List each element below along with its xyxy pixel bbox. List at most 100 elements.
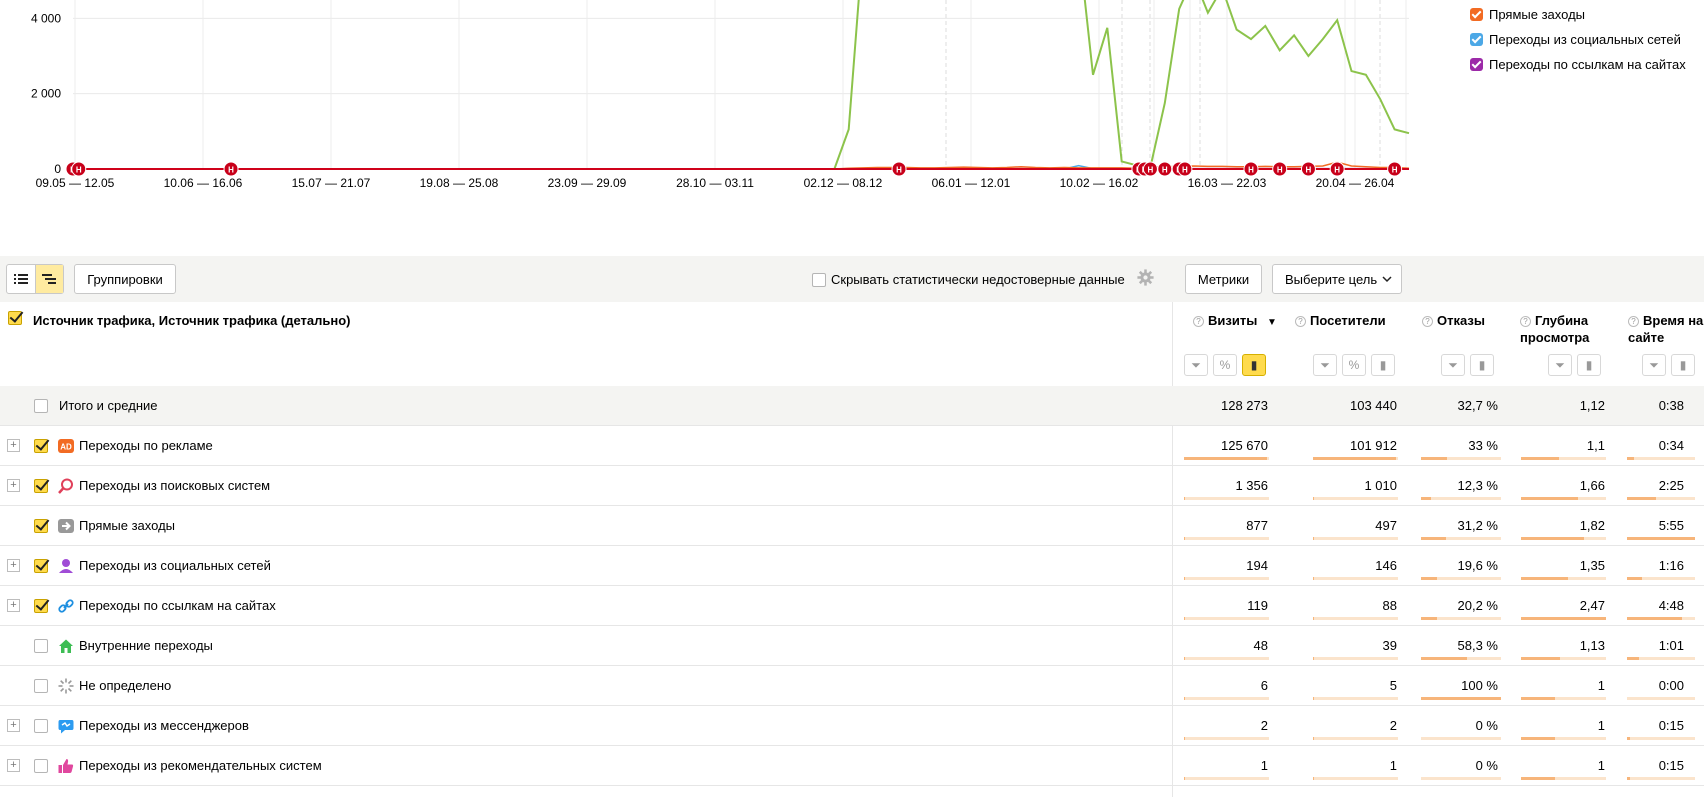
value-bar-fill [1521, 697, 1555, 700]
filter-icon[interactable]: ⏷ [1548, 354, 1572, 376]
value-bar-fill [1184, 697, 1185, 700]
cell-visits: 877 [1246, 518, 1268, 533]
value-bar [1421, 657, 1501, 660]
hide-unreliable-toggle[interactable]: Скрывать статистически недостоверные дан… [812, 272, 1125, 287]
help-icon[interactable]: ? [1520, 316, 1531, 327]
row-label[interactable]: Переходы из поисковых систем [79, 478, 270, 493]
view-toggle [6, 264, 64, 294]
row-checkbox[interactable] [34, 759, 48, 773]
expand-button[interactable]: + [7, 479, 20, 492]
percent-icon[interactable]: % [1213, 354, 1237, 376]
row-label[interactable]: Внутренние переходы [79, 638, 213, 653]
expand-button[interactable]: + [7, 559, 20, 572]
row-label[interactable]: Переходы из социальных сетей [79, 558, 271, 573]
column-header-time[interactable]: ? Время на сайте [1628, 312, 1704, 346]
table-row[interactable]: + Переходы из рекомендательных систем 1 1 0 … [0, 746, 1704, 786]
column-header-bounces[interactable]: ? Отказы [1422, 312, 1485, 329]
x-tick-label: 19.08 — 25.08 [420, 176, 499, 190]
list-view-button[interactable] [7, 265, 35, 293]
table-row[interactable]: + Переходы из поисковых систем 1 356 1 010 1… [0, 466, 1704, 506]
bar-chart-icon[interactable]: ▮ [1242, 354, 1266, 376]
filter-icon[interactable]: ⏷ [1184, 354, 1208, 376]
row-checkbox[interactable] [34, 559, 48, 573]
row-checkbox[interactable] [34, 519, 48, 533]
table-row[interactable]: + AD Переходы по рекламе 125 670 101 912 33 %… [0, 426, 1704, 466]
cell-visits: 2 [1260, 718, 1268, 733]
row-label[interactable]: Переходы из рекомендательных систем [79, 758, 322, 773]
annotation-marker-letter: Н [1334, 166, 1340, 175]
filter-icon[interactable]: ⏷ [1441, 354, 1465, 376]
cell-bounces: 58,3 % [1457, 638, 1498, 653]
goal-select[interactable]: Выберите цель [1272, 264, 1402, 294]
row-label[interactable]: Не определено [79, 678, 171, 693]
row-checkbox[interactable] [34, 479, 48, 493]
dimension-header[interactable]: Источник трафика, Источник трафика (дета… [33, 313, 351, 328]
cell-depth: 1,35 [1579, 558, 1605, 573]
row-checkbox[interactable] [34, 639, 48, 653]
bar-chart-icon[interactable]: ▮ [1371, 354, 1395, 376]
annotation-marker-letter: Н [1162, 166, 1168, 175]
row-label[interactable]: Прямые заходы [79, 518, 175, 533]
value-bar [1313, 497, 1398, 500]
row-checkbox[interactable] [34, 439, 48, 453]
groupings-button[interactable]: Группировки [74, 264, 176, 294]
help-icon[interactable]: ? [1628, 316, 1639, 327]
bar-chart-icon[interactable]: ▮ [1671, 354, 1695, 376]
row-label[interactable]: Переходы по ссылкам на сайтах [79, 598, 276, 613]
value-bar-fill [1313, 617, 1314, 620]
metrics-button[interactable]: Метрики [1185, 264, 1262, 294]
legend-checkbox[interactable] [1470, 33, 1483, 46]
tree-icon [42, 274, 57, 284]
value-bar [1627, 657, 1695, 660]
bar-chart-icon[interactable]: ▮ [1577, 354, 1601, 376]
legend-checkbox[interactable] [1470, 58, 1483, 71]
select-all-checkbox[interactable] [8, 311, 22, 325]
cell-visits: 1 [1260, 758, 1268, 773]
gear-icon[interactable] [1137, 269, 1154, 286]
expand-button[interactable]: + [7, 719, 20, 732]
table-row[interactable]: + Переходы по ссылкам на сайтах 119 88 20,2 … [0, 586, 1704, 626]
column-header-visits[interactable]: ? Визиты ▼ [1193, 312, 1277, 331]
tree-view-button[interactable] [34, 265, 63, 293]
annotation-marker-letter: Н [1306, 166, 1312, 175]
value-bar [1421, 577, 1501, 580]
value-bar [1184, 457, 1269, 460]
help-icon[interactable]: ? [1422, 316, 1433, 327]
help-icon[interactable]: ? [1193, 316, 1204, 327]
x-tick-label: 02.12 — 08.12 [804, 176, 883, 190]
expand-button[interactable]: + [7, 759, 20, 772]
table-row[interactable]: + Переходы из мессенджеров 2 2 0 % 1 0:15 [0, 706, 1704, 746]
filter-icon[interactable]: ⏷ [1313, 354, 1337, 376]
legend-item-links[interactable]: Переходы по ссылкам на сайтах [1470, 52, 1686, 77]
row-label[interactable]: Переходы из мессенджеров [79, 718, 249, 733]
table-row[interactable]: Внутренние переходы 48 39 58,3 % 1,13 1:01 [0, 626, 1704, 666]
table-row[interactable]: Прямые заходы 877 497 31,2 % 1,82 5:55 [0, 506, 1704, 546]
cell-time: 0:00 [1658, 678, 1684, 693]
column-header-visitors[interactable]: ? Посетители [1295, 312, 1386, 329]
table-row[interactable]: Не определено 6 5 100 % 1 0:00 [0, 666, 1704, 706]
hide-unreliable-checkbox[interactable] [812, 272, 826, 287]
column-header-depth[interactable]: ? Глубина просмотра [1520, 312, 1600, 346]
row-checkbox[interactable] [34, 399, 48, 413]
expand-button[interactable]: + [7, 439, 20, 452]
cell-visitors: 1 010 [1364, 478, 1397, 493]
value-bar-fill [1421, 457, 1447, 460]
cell-time: 1:16 [1658, 558, 1684, 573]
annotation-marker-letter: Н [228, 166, 234, 175]
legend-checkbox[interactable] [1470, 8, 1483, 21]
value-bar-fill [1627, 657, 1639, 660]
cell-depth: 1,1 [1586, 438, 1605, 453]
bar-chart-icon[interactable]: ▮ [1470, 354, 1494, 376]
filter-icon[interactable]: ⏷ [1642, 354, 1666, 376]
legend-item-direct[interactable]: Прямые заходы [1470, 2, 1686, 27]
row-label[interactable]: Переходы по рекламе [79, 438, 213, 453]
help-icon[interactable]: ? [1295, 316, 1306, 327]
percent-icon[interactable]: % [1342, 354, 1366, 376]
chevron-down-icon [1382, 275, 1392, 282]
row-checkbox[interactable] [34, 719, 48, 733]
row-checkbox[interactable] [34, 599, 48, 613]
row-checkbox[interactable] [34, 679, 48, 693]
expand-button[interactable]: + [7, 599, 20, 612]
legend-item-social[interactable]: Переходы из социальных сетей [1470, 27, 1686, 52]
table-row[interactable]: + Переходы из социальных сетей 194 146 19,6 … [0, 546, 1704, 586]
